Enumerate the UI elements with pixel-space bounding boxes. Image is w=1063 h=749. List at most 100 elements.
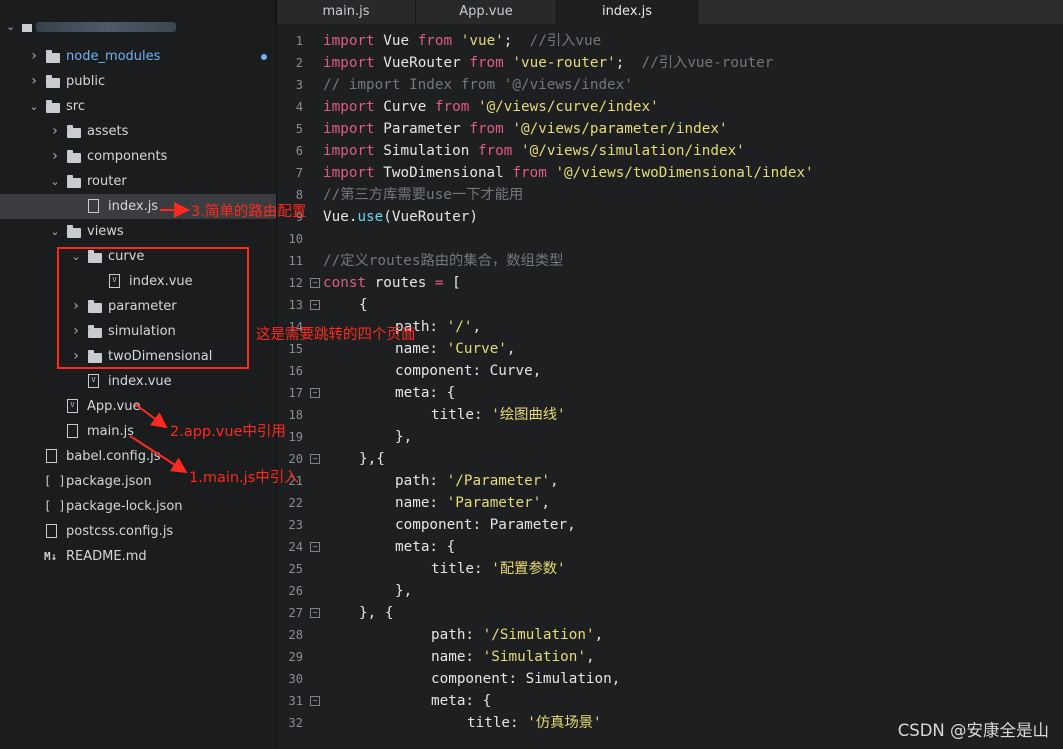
line-number: 30: [288, 672, 303, 686]
chevron-down-icon[interactable]: ⌄: [49, 169, 61, 194]
line-number: 17: [288, 386, 303, 400]
code-line[interactable]: title: '配置参数': [431, 558, 566, 580]
code-line[interactable]: {: [359, 294, 368, 316]
tree-item-node-modules[interactable]: › node_modules: [0, 44, 276, 69]
tab-main-js[interactable]: main.js: [277, 0, 416, 24]
code-line[interactable]: component: Curve,: [395, 360, 541, 382]
tree-item-label: index.js: [108, 199, 159, 214]
tree-item-views[interactable]: ⌄ views: [0, 219, 276, 244]
tree-item-label: node_modules: [66, 49, 161, 64]
line-number: 23: [288, 518, 303, 532]
line-number: 1: [295, 34, 303, 48]
code-line[interactable]: import TwoDimensional from '@/views/twoD…: [323, 162, 814, 184]
fold-toggle-icon[interactable]: −: [310, 542, 320, 552]
js-file-icon: [67, 424, 78, 438]
line-number: 16: [288, 364, 303, 378]
code-line[interactable]: // import Index from '@/views/index': [323, 74, 633, 96]
code-line[interactable]: }, {: [359, 602, 393, 624]
code-line[interactable]: //第三方库需要use一下才能用: [323, 184, 523, 206]
line-number: 7: [295, 166, 303, 180]
code-line[interactable]: },{: [359, 448, 385, 470]
tab-label: App.vue: [459, 4, 513, 19]
fold-toggle-icon[interactable]: −: [310, 696, 320, 706]
tree-item-app-vue[interactable]: V App.vue: [0, 394, 276, 419]
file-explorer-sidebar: ⌄ › node_modules › public ⌄ src › assets › compon…: [0, 0, 277, 749]
line-number: 4: [295, 100, 303, 114]
tree-item-label: views: [87, 224, 124, 239]
line-number: 24: [288, 540, 303, 554]
tab-label: main.js: [322, 4, 370, 19]
js-file-icon: [88, 199, 99, 213]
tab-bar: main.js App.vue index.js: [277, 0, 1063, 24]
tree-item-label: babel.config.js: [66, 449, 161, 464]
tree-item-package-lock-json[interactable]: [ ] package-lock.json: [0, 494, 276, 519]
code-line[interactable]: title: '绘图曲线': [431, 404, 566, 426]
code-line[interactable]: //定义routes路由的集合，数组类型: [323, 250, 563, 272]
code-line[interactable]: },: [395, 426, 412, 448]
tree-item-label: src: [66, 99, 85, 114]
code-line[interactable]: },: [395, 580, 412, 602]
code-line[interactable]: meta: {: [431, 690, 491, 712]
tree-item-src[interactable]: ⌄ src: [0, 94, 276, 119]
folder-icon: [67, 125, 81, 138]
chevron-down-icon[interactable]: ⌄: [28, 94, 40, 119]
code-line[interactable]: name: 'Parameter',: [395, 492, 550, 514]
code-line[interactable]: meta: {: [395, 382, 455, 404]
fold-toggle-icon[interactable]: −: [310, 300, 320, 310]
fold-toggle-icon[interactable]: −: [310, 278, 320, 288]
annotation-app: 2.app.vue中引用: [170, 424, 286, 440]
chevron-right-icon[interactable]: ›: [28, 44, 40, 69]
code-line[interactable]: path: '/Parameter',: [395, 470, 559, 492]
code-line[interactable]: component: Simulation,: [431, 668, 620, 690]
line-number: 22: [288, 496, 303, 510]
code-line[interactable]: Vue.use(VueRouter): [323, 206, 478, 228]
tree-item-index-vue[interactable]: Vindex.vue: [0, 369, 276, 394]
code-line[interactable]: import Parameter from '@/views/parameter…: [323, 118, 728, 140]
code-line[interactable]: path: '/Simulation',: [431, 624, 603, 646]
code-line[interactable]: const routes = [: [323, 272, 461, 294]
line-number: 13: [288, 298, 303, 312]
code-line[interactable]: name: 'Simulation',: [431, 646, 595, 668]
code-line[interactable]: component: Parameter,: [395, 514, 576, 536]
folder-icon: [46, 75, 60, 88]
tree-item-readme-md[interactable]: M↓ README.md: [0, 544, 276, 569]
chevron-down-icon[interactable]: ⌄: [49, 219, 61, 244]
line-number: 28: [288, 628, 303, 642]
code-editor[interactable]: 1 import Vue from 'vue'; //引入vue 2 import V…: [277, 24, 1063, 749]
line-number: 26: [288, 584, 303, 598]
tree-item-public[interactable]: › public: [0, 69, 276, 94]
tree-item-label: components: [87, 149, 168, 164]
tree-item-assets[interactable]: › assets: [0, 119, 276, 144]
tab-app-vue[interactable]: App.vue: [416, 0, 557, 24]
chevron-down-icon[interactable]: ⌄: [6, 20, 15, 33]
fold-toggle-icon[interactable]: −: [310, 608, 320, 618]
tree-item-router[interactable]: ⌄ router: [0, 169, 276, 194]
chevron-right-icon[interactable]: ›: [49, 119, 61, 144]
line-number: 25: [288, 562, 303, 576]
folder-icon: [67, 225, 81, 238]
modified-dot-icon: [261, 54, 267, 60]
json-file-icon: [ ]: [44, 499, 66, 513]
code-line[interactable]: import Simulation from '@/views/simulati…: [323, 140, 745, 162]
line-number: 2: [295, 56, 303, 70]
tab-index-js[interactable]: index.js: [557, 0, 698, 24]
fold-toggle-icon[interactable]: −: [310, 454, 320, 464]
line-number: 27: [288, 606, 303, 620]
chevron-right-icon[interactable]: ›: [28, 69, 40, 94]
code-line[interactable]: import Vue from 'vue'; //引入vue: [323, 30, 601, 52]
tree-item-postcss-config-js[interactable]: postcss.config.js: [0, 519, 276, 544]
code-line[interactable]: import VueRouter from 'vue-router'; //引入…: [323, 52, 773, 74]
fold-toggle-icon[interactable]: −: [310, 388, 320, 398]
js-file-icon: [46, 449, 57, 463]
line-number: 3: [295, 78, 303, 92]
code-line[interactable]: import Curve from '@/views/curve/index': [323, 96, 659, 118]
tree-item-label: assets: [87, 124, 129, 139]
js-file-icon: [46, 524, 57, 538]
tree-item-components[interactable]: › components: [0, 144, 276, 169]
code-line[interactable]: title: '仿真场景': [467, 712, 602, 734]
code-line[interactable]: meta: {: [395, 536, 455, 558]
annotation-views: 这是需要跳转的四个页面: [256, 327, 416, 343]
chevron-right-icon[interactable]: ›: [49, 144, 61, 169]
json-file-icon: [ ]: [44, 474, 66, 488]
folder-icon: [67, 175, 81, 188]
